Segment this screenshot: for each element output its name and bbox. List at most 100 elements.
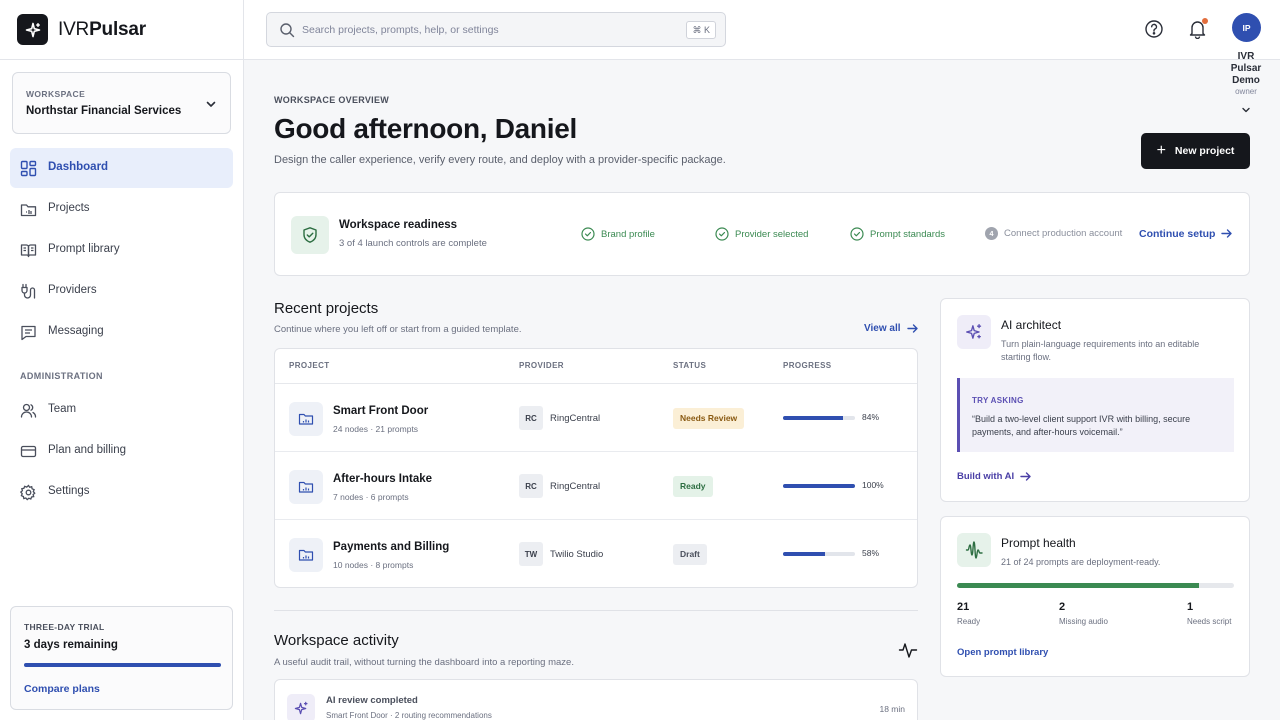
- sidebar-item-team[interactable]: Team: [10, 390, 233, 430]
- progress-percent: 84%: [862, 412, 880, 422]
- readiness-subtitle: 3 of 4 launch controls are complete: [339, 238, 487, 249]
- sidebar: IVRPulsar WORKSPACE Northstar Financial …: [0, 0, 244, 720]
- provider-badge: TW: [519, 542, 543, 566]
- message-icon: [21, 325, 36, 341]
- activity-title: Workspace activity: [274, 632, 399, 649]
- check-circle-icon: [715, 227, 729, 241]
- new-project-button[interactable]: + New project: [1141, 133, 1250, 169]
- try-asking-box[interactable]: TRY ASKING “Build a two-level client sup…: [957, 378, 1234, 452]
- sidebar-item-label: Dashboard: [48, 161, 109, 173]
- prompt-health-bar: [957, 583, 1234, 588]
- new-project-label: New project: [1174, 145, 1235, 157]
- folder-icon: [20, 204, 37, 217]
- plus-icon: +: [1156, 142, 1166, 159]
- trial-title: 3 days remaining: [24, 639, 118, 651]
- step-label: Connect production account: [1004, 228, 1123, 239]
- section-divider: [274, 610, 918, 611]
- stat-value: 1: [1187, 601, 1194, 613]
- help-icon[interactable]: [1144, 19, 1164, 39]
- sidebar-item-label: Messaging: [48, 325, 104, 337]
- activity-item[interactable]: AI review completed Smart Front Door · 2…: [274, 679, 918, 720]
- provider-badge: RC: [519, 406, 543, 430]
- admin-section-label: ADMINISTRATION: [20, 371, 103, 381]
- column-header-status: STATUS: [673, 361, 707, 370]
- sidebar-item-providers[interactable]: Providers: [10, 271, 233, 311]
- sidebar-item-messaging[interactable]: Messaging: [10, 312, 233, 352]
- ai-architect-card: AI architect Turn plain-language require…: [940, 298, 1250, 502]
- plug-icon: [21, 283, 36, 299]
- trial-label: THREE-DAY TRIAL: [24, 622, 105, 632]
- search-icon: [280, 23, 295, 38]
- progress-fill: [783, 416, 844, 420]
- table-row[interactable]: Payments and Billing 10 nodes · 8 prompt…: [275, 520, 917, 587]
- workspace-label: WORKSPACE: [26, 89, 86, 99]
- try-asking-label: TRY ASKING: [972, 396, 1024, 405]
- stat-needs-script: 1 Needs script: [1187, 601, 1231, 626]
- sidebar-item-label: Team: [48, 403, 77, 415]
- build-with-ai-label: Build with AI: [957, 471, 1015, 482]
- user-name[interactable]: IVR Pulsar Demo: [1222, 51, 1270, 87]
- trial-card: THREE-DAY TRIAL 3 days remaining Compare…: [10, 606, 233, 710]
- column-header-project: PROJECT: [289, 361, 330, 370]
- activity-item-time: 18 min: [879, 704, 905, 714]
- page-eyebrow: WORKSPACE OVERVIEW: [274, 95, 390, 105]
- step-label: Prompt standards: [870, 228, 945, 240]
- recent-projects-title: Recent projects: [274, 300, 379, 317]
- step-connect-production: 4 Connect production account: [985, 227, 1122, 240]
- build-with-ai-link[interactable]: Build with AI: [957, 470, 1032, 483]
- chevron-down-icon: [206, 101, 216, 107]
- open-prompt-library-link[interactable]: Open prompt library: [957, 647, 1048, 658]
- table-row[interactable]: After-hours Intake 7 nodes · 6 prompts R…: [275, 452, 917, 520]
- stat-label: Ready: [957, 617, 981, 626]
- sidebar-item-prompt-library[interactable]: Prompt library: [10, 230, 233, 270]
- brand[interactable]: IVRPulsar: [17, 14, 146, 45]
- shortcut-hint: ⌘ K: [686, 21, 716, 39]
- provider-name: RingCentral: [550, 481, 601, 492]
- readiness-title: Workspace readiness: [339, 219, 458, 231]
- project-folder-icon: [289, 470, 323, 504]
- sidebar-item-plan-billing[interactable]: Plan and billing: [10, 431, 233, 471]
- status-badge: Needs Review: [673, 408, 745, 429]
- prompt-health-title: Prompt health: [1001, 536, 1076, 550]
- table-row[interactable]: Smart Front Door 24 nodes · 21 prompts R…: [275, 384, 917, 452]
- trial-progress-bar: [24, 663, 221, 667]
- user-role: owner: [1235, 87, 1257, 96]
- provider-name: RingCentral: [550, 413, 601, 424]
- search-box[interactable]: ⌘ K: [266, 12, 726, 47]
- progress-percent: 100%: [862, 480, 884, 490]
- sidebar-item-label: Plan and billing: [48, 444, 127, 456]
- sidebar-item-label: Settings: [48, 485, 90, 497]
- progress-fill: [783, 552, 825, 556]
- prompt-health-subtitle: 21 of 24 prompts are deployment-ready.: [1001, 557, 1161, 567]
- compare-plans-link[interactable]: Compare plans: [24, 683, 100, 695]
- users-icon: [20, 403, 37, 418]
- column-header-provider: PROVIDER: [519, 361, 564, 370]
- chevron-down-icon[interactable]: [1240, 104, 1252, 116]
- stat-value: 21: [957, 601, 970, 613]
- progress-bar: [783, 552, 855, 556]
- project-name: Payments and Billing: [333, 541, 450, 553]
- sidebar-item-settings[interactable]: Settings: [10, 472, 233, 512]
- arrow-right-icon: [1020, 472, 1031, 481]
- sidebar-item-label: Projects: [48, 202, 90, 214]
- arrow-right-icon: [1221, 229, 1233, 238]
- stat-ready: 21 Ready: [957, 601, 980, 626]
- view-all-link[interactable]: View all: [864, 322, 919, 335]
- step-label: Provider selected: [735, 228, 809, 240]
- arrow-right-icon: [906, 324, 918, 333]
- avatar[interactable]: IP: [1232, 13, 1261, 42]
- check-circle-icon: [581, 227, 595, 241]
- search-input[interactable]: [302, 21, 672, 39]
- sidebar-item-projects[interactable]: Projects: [10, 189, 233, 229]
- continue-setup-link[interactable]: Continue setup: [1139, 227, 1233, 240]
- project-meta: 24 nodes · 21 prompts: [333, 424, 419, 434]
- waveform-icon: [957, 533, 991, 567]
- dashboard-icon: [20, 160, 37, 177]
- sidebar-divider: [0, 59, 243, 60]
- sidebar-item-dashboard[interactable]: Dashboard: [10, 148, 233, 188]
- notification-dot: [1202, 18, 1208, 24]
- stat-missing-audio: 2 Missing audio: [1059, 601, 1108, 626]
- workspace-switcher[interactable]: WORKSPACE Northstar Financial Services: [12, 72, 231, 134]
- step-number: 4: [985, 227, 998, 240]
- stat-label: Missing audio: [1059, 617, 1108, 626]
